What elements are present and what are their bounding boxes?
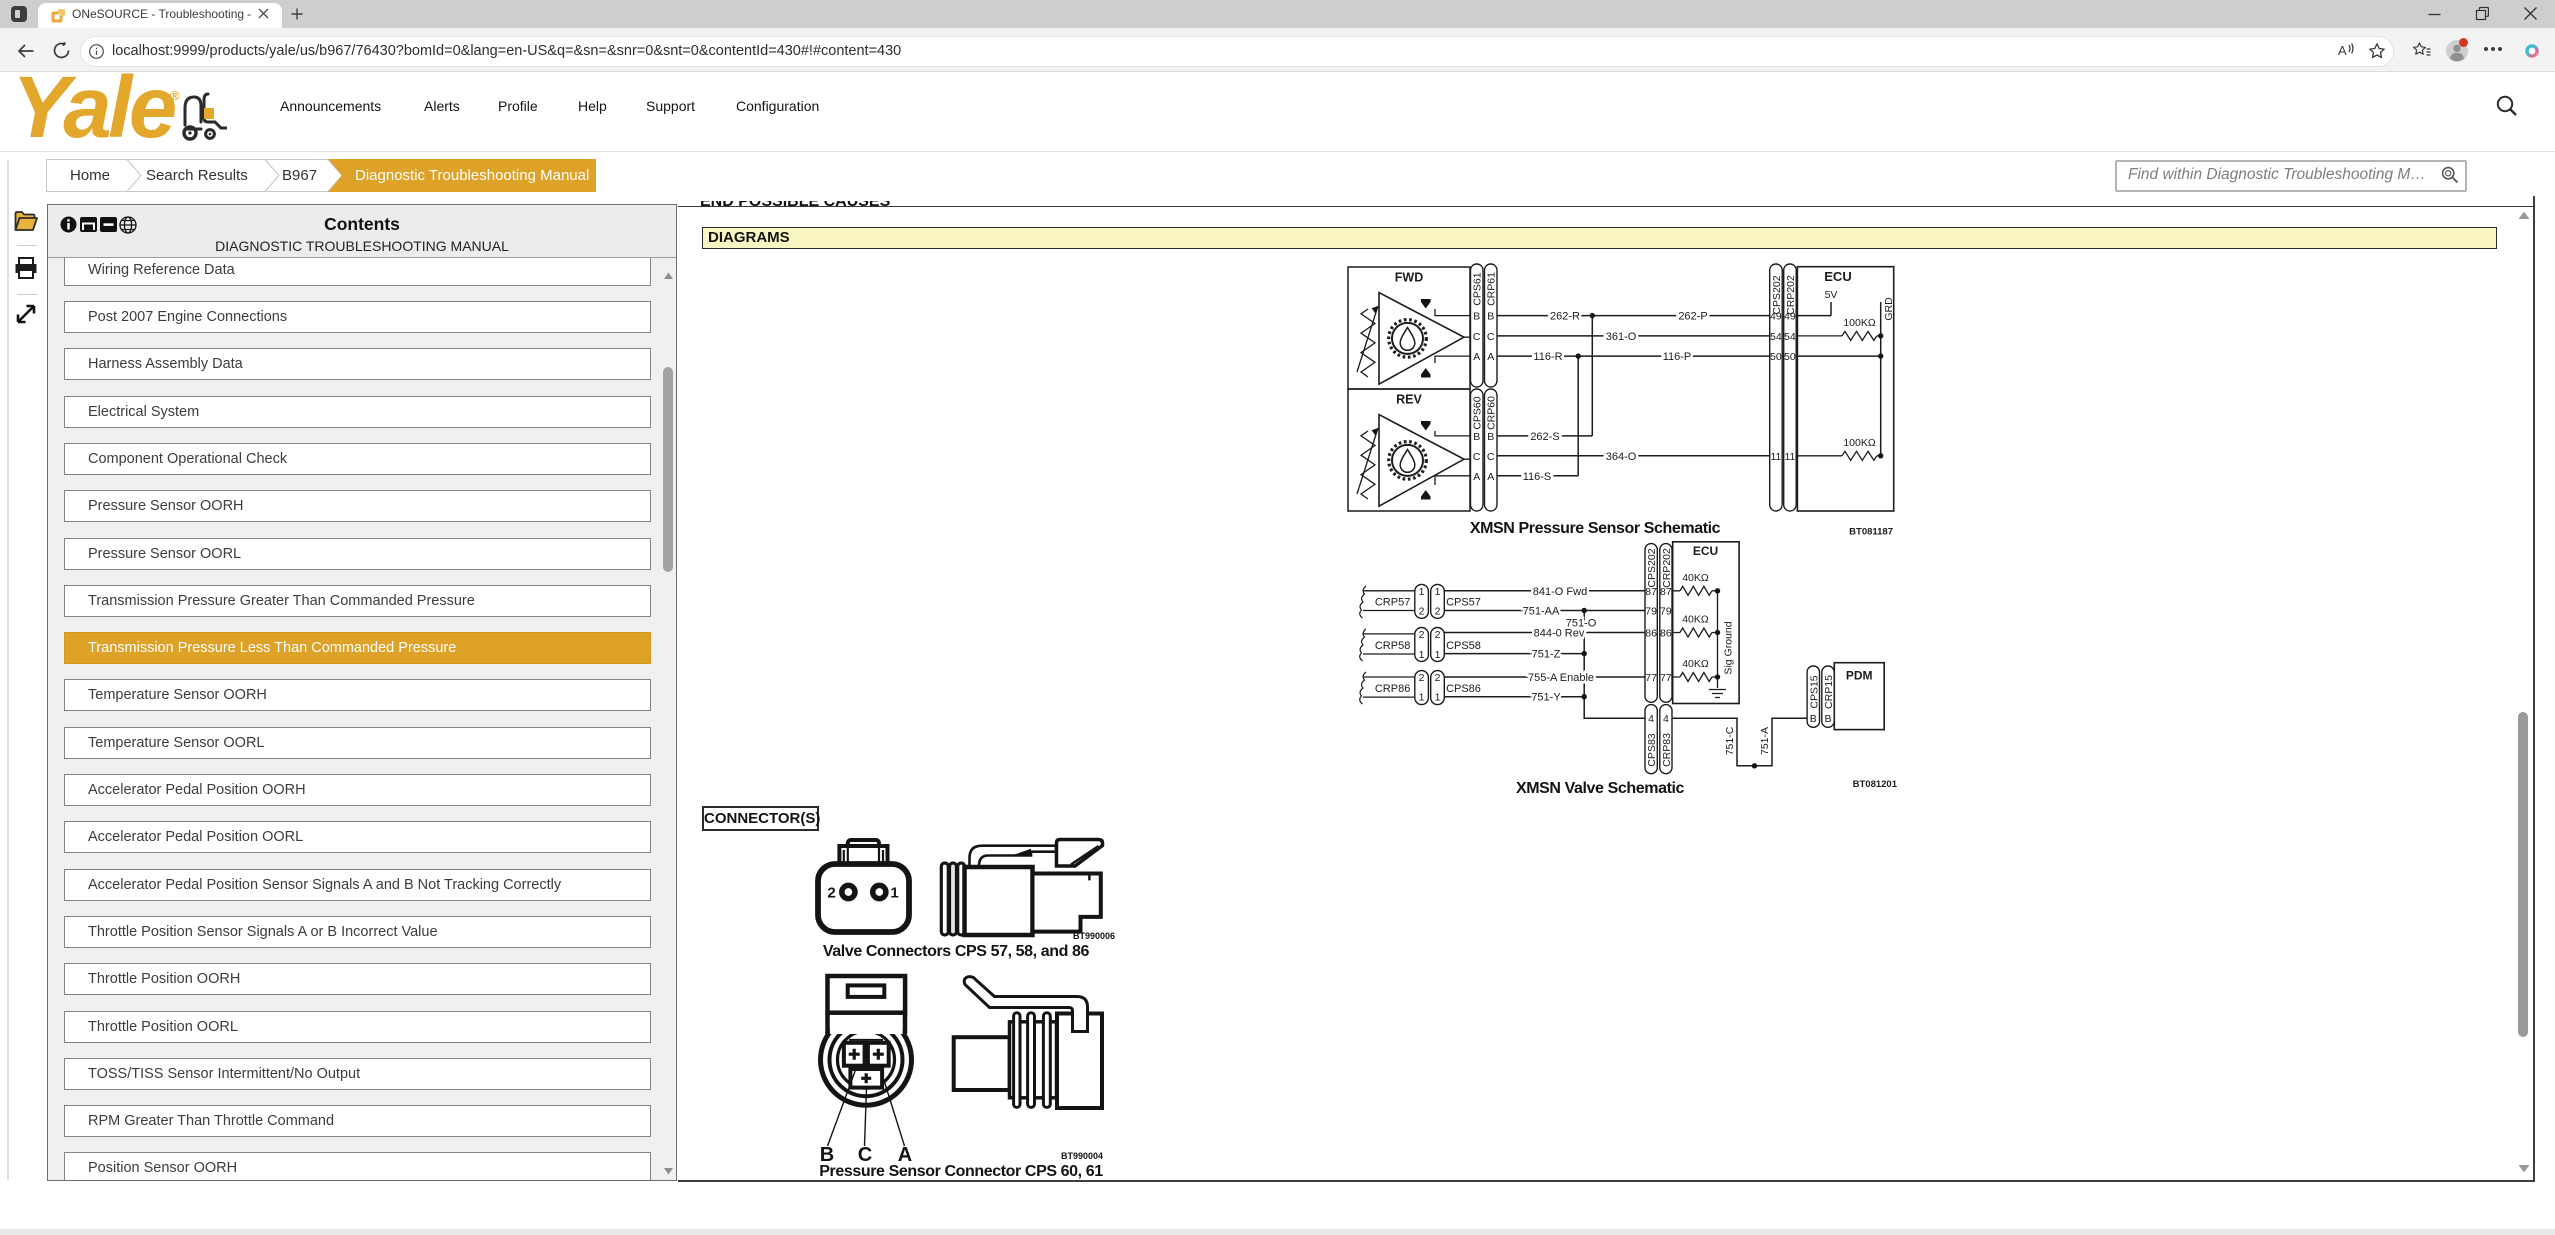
svg-text:100KΩ: 100KΩ xyxy=(1843,317,1876,329)
svg-text:C: C xyxy=(1487,451,1495,463)
svg-text:CRP57: CRP57 xyxy=(1375,597,1410,609)
svg-text:1: 1 xyxy=(1435,649,1441,661)
svg-text:ECU: ECU xyxy=(1693,544,1718,558)
svg-text:5V: 5V xyxy=(1825,289,1838,301)
svg-text:1: 1 xyxy=(1435,586,1441,598)
svg-text:CRP60: CRP60 xyxy=(1486,396,1498,430)
svg-text:1: 1 xyxy=(890,885,898,902)
svg-text:C: C xyxy=(1473,331,1481,343)
svg-text:50: 50 xyxy=(1770,351,1782,363)
svg-text:40KΩ: 40KΩ xyxy=(1682,572,1709,584)
svg-text:1: 1 xyxy=(1419,649,1425,661)
svg-text:B: B xyxy=(1487,311,1494,323)
svg-text:CPS86: CPS86 xyxy=(1446,683,1481,695)
svg-text:CRP61: CRP61 xyxy=(1486,272,1498,306)
svg-text:4: 4 xyxy=(1648,713,1654,725)
svg-text:2: 2 xyxy=(1435,672,1441,684)
svg-text:86: 86 xyxy=(1645,628,1657,640)
svg-text:B: B xyxy=(1824,713,1831,725)
svg-text:2: 2 xyxy=(1419,629,1425,641)
svg-text:PDM: PDM xyxy=(1846,669,1873,683)
svg-text:A: A xyxy=(2338,43,2347,58)
svg-text:11: 11 xyxy=(1770,451,1781,463)
svg-text:11: 11 xyxy=(1784,451,1795,463)
svg-text:CPS61: CPS61 xyxy=(1472,272,1484,305)
svg-text:751-C: 751-C xyxy=(1724,726,1736,755)
svg-text:BT081187: BT081187 xyxy=(1849,527,1893,538)
svg-text:Sig Ground: Sig Ground xyxy=(1723,621,1735,674)
svg-text:262-P: 262-P xyxy=(1678,311,1707,323)
svg-text:CPS15: CPS15 xyxy=(1808,675,1820,708)
svg-text:79: 79 xyxy=(1645,606,1657,618)
svg-text:A: A xyxy=(1473,351,1480,363)
svg-text:1: 1 xyxy=(1419,586,1425,598)
svg-text:CRP202: CRP202 xyxy=(1785,275,1797,315)
svg-text:54: 54 xyxy=(1784,331,1796,343)
svg-text:CPS60: CPS60 xyxy=(1472,396,1484,429)
svg-text:54: 54 xyxy=(1770,331,1782,343)
svg-text:49: 49 xyxy=(1770,311,1782,323)
svg-text:79: 79 xyxy=(1660,606,1672,618)
svg-text:40KΩ: 40KΩ xyxy=(1682,614,1709,626)
svg-text:C: C xyxy=(858,1144,872,1166)
svg-text:87: 87 xyxy=(1645,586,1657,598)
svg-text:2: 2 xyxy=(1435,606,1441,618)
svg-text:CPS57: CPS57 xyxy=(1446,597,1481,609)
svg-text:40KΩ: 40KΩ xyxy=(1682,658,1709,670)
svg-text:REV: REV xyxy=(1396,393,1422,407)
svg-text:361-O: 361-O xyxy=(1606,331,1637,343)
svg-text:116-P: 116-P xyxy=(1663,351,1692,363)
svg-text:CRP15: CRP15 xyxy=(1823,675,1835,709)
svg-text:ECU: ECU xyxy=(1824,269,1851,284)
svg-text:A: A xyxy=(898,1144,912,1166)
svg-text:CRP83: CRP83 xyxy=(1661,733,1673,767)
svg-text:GRD: GRD xyxy=(1883,297,1895,321)
svg-text:4: 4 xyxy=(1663,713,1669,725)
svg-text:CRP86: CRP86 xyxy=(1375,683,1410,695)
svg-text:B: B xyxy=(1473,311,1480,323)
svg-text:844-0 Rev: 844-0 Rev xyxy=(1534,628,1585,640)
svg-text:751-Y: 751-Y xyxy=(1531,692,1561,704)
svg-text:A: A xyxy=(1487,351,1494,363)
svg-text:B: B xyxy=(1487,431,1494,443)
svg-text:49: 49 xyxy=(1784,311,1796,323)
svg-text:CPS83: CPS83 xyxy=(1646,733,1658,766)
svg-text:CPS202: CPS202 xyxy=(1646,548,1658,587)
svg-text:CPS202: CPS202 xyxy=(1771,275,1783,314)
svg-text:77: 77 xyxy=(1660,672,1672,684)
svg-text:751-AA: 751-AA xyxy=(1523,606,1560,618)
svg-text:841-O Fwd: 841-O Fwd xyxy=(1533,586,1587,598)
svg-text:2: 2 xyxy=(1435,629,1441,641)
svg-text:CRP202: CRP202 xyxy=(1661,548,1673,588)
svg-text:364-O: 364-O xyxy=(1606,451,1637,463)
svg-text:C: C xyxy=(1473,451,1481,463)
svg-text:1: 1 xyxy=(1419,692,1425,704)
svg-text:2: 2 xyxy=(1419,606,1425,618)
svg-text:262-S: 262-S xyxy=(1530,431,1559,443)
svg-text:C: C xyxy=(1487,331,1495,343)
svg-text:B: B xyxy=(820,1144,834,1166)
svg-text:A: A xyxy=(1487,471,1494,483)
svg-text:751-Z: 751-Z xyxy=(1532,649,1561,661)
svg-text:116-R: 116-R xyxy=(1533,351,1562,363)
svg-text:CRP58: CRP58 xyxy=(1375,640,1410,652)
svg-text:2: 2 xyxy=(1419,672,1425,684)
svg-text:B: B xyxy=(1810,713,1817,725)
svg-text:50: 50 xyxy=(1784,351,1796,363)
svg-text:BT081201: BT081201 xyxy=(1853,779,1898,790)
svg-text:1: 1 xyxy=(1435,692,1441,704)
svg-text:87: 87 xyxy=(1660,586,1672,598)
svg-text:116-S: 116-S xyxy=(1523,471,1552,483)
svg-text:CPS58: CPS58 xyxy=(1446,640,1481,652)
svg-text:A: A xyxy=(1473,471,1480,483)
svg-text:77: 77 xyxy=(1645,672,1657,684)
svg-text:751-A: 751-A xyxy=(1759,727,1771,755)
svg-text:86: 86 xyxy=(1660,628,1672,640)
svg-text:FWD: FWD xyxy=(1395,271,1423,285)
svg-text:755-A Enable: 755-A Enable xyxy=(1528,672,1594,684)
svg-text:100KΩ: 100KΩ xyxy=(1843,437,1876,449)
svg-text:B: B xyxy=(1473,431,1480,443)
svg-text:2: 2 xyxy=(827,885,835,902)
svg-text:262-R: 262-R xyxy=(1550,311,1580,323)
